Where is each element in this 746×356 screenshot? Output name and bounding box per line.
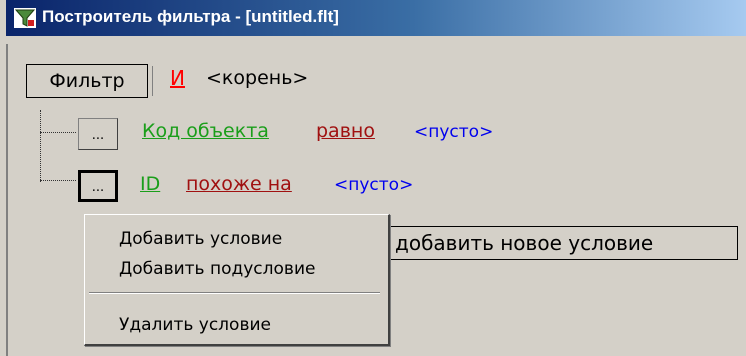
context-menu: Добавить условие Добавить подусловие Уда… — [84, 214, 390, 346]
root-operator-link[interactable]: И — [170, 66, 185, 90]
menu-item-add-condition[interactable]: Добавить условие — [119, 229, 282, 249]
tree-line-branch — [40, 132, 76, 133]
condition-1-operator-link[interactable]: равно — [316, 120, 375, 142]
title-bar[interactable]: Построитель фильтра - [untitled.flt] — [6, 0, 746, 36]
condition-1-field-link[interactable]: Код объекта — [142, 120, 269, 142]
condition-1-value-link[interactable]: <пусто> — [414, 122, 493, 142]
condition-2-operator-link[interactable]: похоже на — [186, 173, 292, 195]
tree-line-branch — [40, 180, 76, 181]
tree-line-vertical — [40, 110, 41, 182]
menu-separator — [89, 292, 380, 294]
filter-root-button[interactable]: Фильтр — [26, 64, 148, 98]
condition-2-menu-button[interactable]: ... — [78, 170, 118, 202]
condition-1-menu-button[interactable]: ... — [78, 118, 118, 150]
condition-2-field-link[interactable]: ID — [140, 173, 160, 195]
menu-item-add-subcondition[interactable]: Добавить подусловие — [119, 259, 315, 279]
menu-item-delete-condition[interactable]: Удалить условие — [119, 315, 271, 335]
condition-2-value-link[interactable]: <пусто> — [334, 175, 413, 195]
add-condition-hint[interactable]: добавить новое условие — [366, 226, 738, 260]
filter-builder-window: Построитель фильтра - [untitled.flt] Фил… — [0, 0, 746, 356]
window-title: Построитель фильтра - [untitled.flt] — [42, 7, 339, 26]
filter-builder-icon — [14, 8, 36, 28]
root-value-label: <корень> — [206, 67, 309, 89]
separator — [152, 66, 153, 96]
